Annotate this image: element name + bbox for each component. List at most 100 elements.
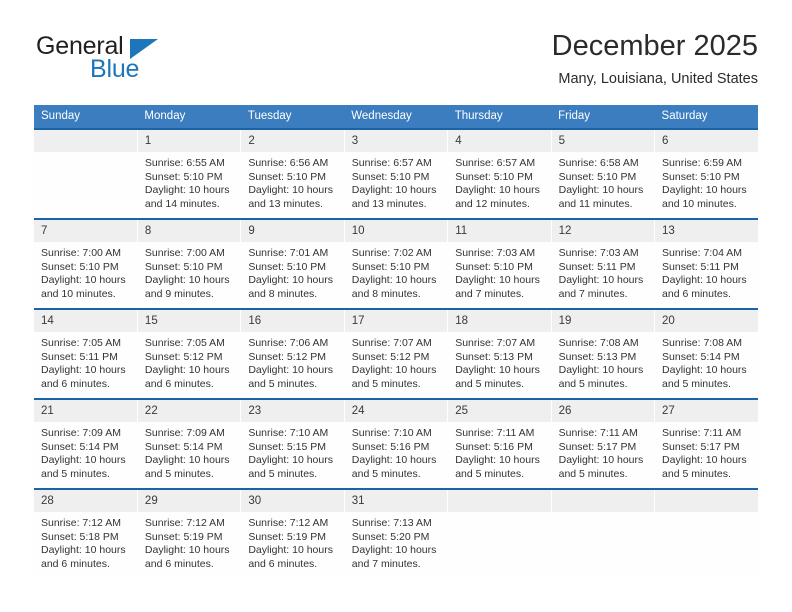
day-detail-line: and 5 minutes. (558, 377, 628, 390)
calendar-day-cell[interactable]: 15 Sunrise: 7:05 AM Sunset: 5:12 PM Dayligh… (137, 308, 242, 399)
day-number: 24 (344, 400, 448, 422)
calendar-day-cell[interactable]: 31 Sunrise: 7:13 AM Sunset: 5:20 PM Dayligh… (344, 488, 449, 578)
day-number: 29 (137, 490, 241, 512)
day-detail-line: Sunset: 5:11 PM (662, 260, 739, 273)
calendar-day-cell[interactable]: 17 Sunrise: 7:07 AM Sunset: 5:12 PM Dayligh… (344, 308, 449, 399)
day-details: Sunrise: 7:09 AM Sunset: 5:14 PM Daylight:… (34, 422, 137, 481)
calendar-day-cell[interactable]: 19 Sunrise: 7:08 AM Sunset: 5:13 PM Dayligh… (551, 308, 656, 399)
weekday-header-saturday: Saturday (654, 105, 758, 129)
day-detail-line: and 14 minutes. (144, 197, 220, 210)
day-number: 18 (448, 310, 551, 332)
day-detail-line: and 13 minutes. (351, 197, 427, 210)
day-detail-line: Daylight: 10 hours (455, 184, 540, 197)
day-details: Sunrise: 7:05 AM Sunset: 5:11 PM Daylight:… (34, 332, 137, 391)
calendar-day-cell[interactable]: 29 Sunrise: 7:12 AM Sunset: 5:19 PM Dayligh… (137, 488, 242, 578)
day-detail-line: Daylight: 10 hours (662, 364, 747, 377)
weekday-header-tuesday: Tuesday (240, 105, 345, 129)
day-detail-line: Sunrise: 7:10 AM (248, 427, 329, 439)
day-detail-line: and 7 minutes. (351, 557, 421, 570)
day-details: Sunrise: 7:10 AM Sunset: 5:16 PM Daylight:… (345, 422, 447, 481)
day-number: 19 (551, 310, 655, 332)
calendar-day-cell[interactable]: 25 Sunrise: 7:11 AM Sunset: 5:16 PM Dayligh… (447, 398, 552, 489)
day-details: Sunrise: 6:59 AM Sunset: 5:10 PM Daylight:… (655, 152, 758, 211)
day-detail-line: Sunset: 5:10 PM (455, 170, 533, 183)
day-detail-line: Daylight: 10 hours (144, 364, 230, 377)
day-detail-line: Sunset: 5:20 PM (351, 530, 430, 543)
calendar-day-cell[interactable]: 27 Sunrise: 7:11 AM Sunset: 5:17 PM Dayligh… (654, 398, 758, 489)
day-detail-line: Sunset: 5:19 PM (144, 530, 223, 543)
day-number: 20 (655, 310, 758, 332)
day-detail-line: Daylight: 10 hours (455, 274, 540, 287)
calendar-day-cell[interactable]: 1 Sunrise: 6:55 AM Sunset: 5:10 PM Daylight… (137, 128, 242, 219)
calendar-day-cell[interactable]: 12 Sunrise: 7:03 AM Sunset: 5:11 PM Dayligh… (551, 218, 656, 309)
calendar-day-cell[interactable]: 3 Sunrise: 6:57 AM Sunset: 5:10 PM Daylight… (344, 128, 449, 219)
day-detail-line: Daylight: 10 hours (248, 274, 333, 287)
day-details: Sunrise: 7:03 AM Sunset: 5:10 PM Daylight:… (448, 242, 550, 301)
day-detail-line: Daylight: 10 hours (662, 274, 747, 287)
day-detail-line: Sunset: 5:10 PM (248, 260, 326, 273)
day-details: Sunrise: 6:57 AM Sunset: 5:10 PM Daylight:… (345, 152, 447, 211)
day-detail-line: Sunrise: 7:10 AM (351, 427, 432, 439)
day-detail-line: Sunset: 5:10 PM (144, 170, 223, 183)
weekday-header-friday: Friday (551, 105, 655, 129)
day-detail-line: Daylight: 10 hours (248, 184, 333, 197)
calendar-day-cell[interactable]: 24 Sunrise: 7:10 AM Sunset: 5:16 PM Dayligh… (344, 398, 449, 489)
day-detail-line: and 9 minutes. (144, 287, 214, 300)
calendar-day-cell[interactable]: 11 Sunrise: 7:03 AM Sunset: 5:10 PM Dayligh… (447, 218, 552, 309)
day-detail-line: Sunset: 5:10 PM (144, 260, 223, 273)
calendar-day-cell[interactable]: 7 Sunrise: 7:00 AM Sunset: 5:10 PM Daylight… (34, 218, 138, 309)
calendar-day-cell[interactable]: 2 Sunrise: 6:56 AM Sunset: 5:10 PM Daylight… (240, 128, 345, 219)
calendar-day-cell[interactable]: 20 Sunrise: 7:08 AM Sunset: 5:14 PM Dayligh… (654, 308, 758, 399)
day-number (448, 490, 551, 512)
calendar-day-cell[interactable]: 28 Sunrise: 7:12 AM Sunset: 5:18 PM Dayligh… (34, 488, 138, 578)
brand-logo[interactable]: General Blue (34, 28, 244, 90)
day-detail-line: Daylight: 10 hours (351, 364, 437, 377)
calendar-day-cell[interactable]: 16 Sunrise: 7:06 AM Sunset: 5:12 PM Dayligh… (240, 308, 345, 399)
day-detail-line: Sunset: 5:18 PM (41, 530, 119, 543)
calendar-day-cell[interactable]: 8 Sunrise: 7:00 AM Sunset: 5:10 PM Daylight… (137, 218, 242, 309)
day-detail-line: Sunrise: 7:12 AM (144, 517, 225, 529)
page-title: December 2025 (551, 30, 758, 62)
calendar-day-cell[interactable]: 21 Sunrise: 7:09 AM Sunset: 5:14 PM Dayligh… (34, 398, 138, 489)
day-number: 26 (551, 400, 655, 422)
day-detail-line: Sunrise: 7:12 AM (41, 517, 121, 529)
day-detail-line: Daylight: 10 hours (144, 544, 230, 557)
calendar-day-cell[interactable]: 23 Sunrise: 7:10 AM Sunset: 5:15 PM Dayligh… (240, 398, 345, 489)
day-detail-line: Sunset: 5:13 PM (558, 350, 637, 363)
calendar-day-cell[interactable]: 18 Sunrise: 7:07 AM Sunset: 5:13 PM Dayligh… (447, 308, 552, 399)
day-detail-line: Sunset: 5:13 PM (455, 350, 533, 363)
calendar-day-cell[interactable]: 5 Sunrise: 6:58 AM Sunset: 5:10 PM Daylight… (551, 128, 656, 219)
day-number: 28 (34, 490, 137, 512)
calendar-day-cell[interactable]: 22 Sunrise: 7:09 AM Sunset: 5:14 PM Dayligh… (137, 398, 242, 489)
day-detail-line: Daylight: 10 hours (351, 274, 437, 287)
day-detail-line: Sunset: 5:16 PM (351, 440, 430, 453)
calendar-week-row: 28 Sunrise: 7:12 AM Sunset: 5:18 PM Dayligh… (34, 488, 758, 578)
day-details: Sunrise: 7:02 AM Sunset: 5:10 PM Daylight:… (345, 242, 447, 301)
day-detail-line: and 7 minutes. (455, 287, 525, 300)
calendar-day-cell[interactable]: 4 Sunrise: 6:57 AM Sunset: 5:10 PM Daylight… (447, 128, 552, 219)
calendar-day-cell[interactable]: 26 Sunrise: 7:11 AM Sunset: 5:17 PM Dayligh… (551, 398, 656, 489)
day-detail-line: and 6 minutes. (662, 287, 731, 300)
day-details (448, 512, 550, 517)
calendar-day-cell[interactable]: 10 Sunrise: 7:02 AM Sunset: 5:10 PM Dayligh… (344, 218, 449, 309)
calendar-day-cell[interactable]: 14 Sunrise: 7:05 AM Sunset: 5:11 PM Dayligh… (34, 308, 138, 399)
day-detail-line: Sunrise: 7:11 AM (455, 427, 535, 439)
day-detail-line: Sunrise: 7:06 AM (248, 337, 329, 349)
day-details: Sunrise: 7:13 AM Sunset: 5:20 PM Daylight:… (345, 512, 447, 571)
calendar-table: Sunday Monday Tuesday Wednesday Thursday… (34, 105, 758, 578)
day-detail-line: and 5 minutes. (662, 377, 731, 390)
day-detail-line: Sunrise: 6:57 AM (351, 157, 432, 169)
calendar-day-cell[interactable]: 9 Sunrise: 7:01 AM Sunset: 5:10 PM Daylight… (240, 218, 345, 309)
day-number: 14 (34, 310, 137, 332)
day-detail-line: Sunrise: 7:11 AM (662, 427, 742, 439)
day-detail-line: and 5 minutes. (248, 467, 318, 480)
day-detail-line: Daylight: 10 hours (248, 454, 333, 467)
day-detail-line: Sunrise: 7:09 AM (144, 427, 225, 439)
day-number: 21 (34, 400, 137, 422)
calendar-day-cell[interactable]: 30 Sunrise: 7:12 AM Sunset: 5:19 PM Dayligh… (240, 488, 345, 578)
day-detail-line: Sunset: 5:11 PM (558, 260, 636, 273)
calendar-day-cell[interactable]: 13 Sunrise: 7:04 AM Sunset: 5:11 PM Dayligh… (654, 218, 758, 309)
calendar-day-cell[interactable]: 6 Sunrise: 6:59 AM Sunset: 5:10 PM Daylight… (654, 128, 758, 219)
weekday-header-monday: Monday (137, 105, 241, 129)
day-number: 30 (241, 490, 344, 512)
